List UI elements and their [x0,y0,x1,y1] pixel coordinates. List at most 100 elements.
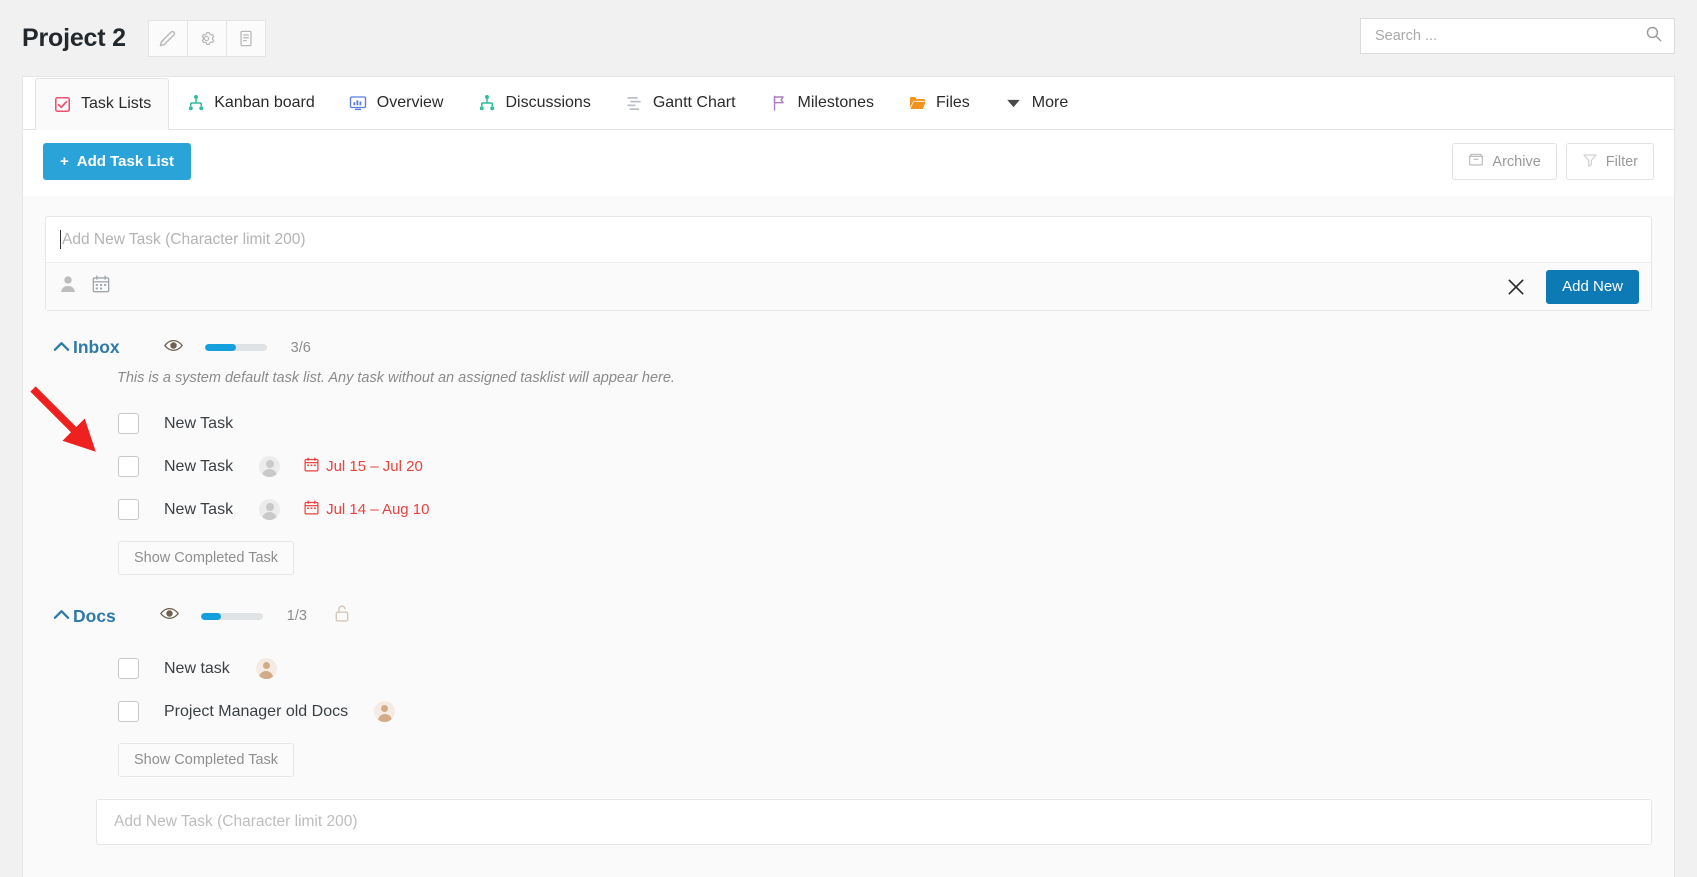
eye-icon[interactable] [163,339,183,357]
calendar-icon[interactable] [92,275,110,298]
tab-kanban-board[interactable]: Kanban board [169,77,332,129]
tab-label: Task Lists [81,95,152,112]
add-task-list-label: Add Task List [76,153,175,170]
tab-label: Gantt Chart [652,94,736,111]
task-list-description: This is a system default task list. Any … [117,370,675,386]
unlock-icon[interactable] [335,605,349,627]
folder-icon [908,94,927,113]
top-header-bar: Project 2 [0,0,1697,76]
filter-button[interactable]: Filter [1565,143,1654,180]
collapse-chevron-up-icon[interactable] [53,339,70,357]
bottom-new-task-input[interactable]: Add New Task (Character limit 200) [96,799,1652,845]
tab-label: Overview [376,94,444,111]
task-checkbox[interactable] [118,658,139,679]
main-panel: Task Lists Kanban board Overview Discuss… [22,76,1675,877]
project-action-buttons [147,19,266,57]
edit-project-button[interactable] [147,19,188,57]
gantt-icon [625,94,644,113]
tab-discussions[interactable]: Discussions [460,77,607,129]
eye-icon[interactable] [159,607,179,625]
tab-bar: Task Lists Kanban board Overview Discuss… [23,77,1674,130]
progress-count: 3/6 [290,339,311,356]
kanban-icon [186,94,205,113]
show-completed-task-button[interactable]: Show Completed Task [118,743,295,777]
task-row[interactable]: Project Manager old Docs [45,690,1652,733]
task-checkbox[interactable] [118,499,139,520]
archive-button[interactable]: Archive [1452,143,1557,180]
new-task-placeholder: Add New Task (Character limit 200) [62,230,306,248]
archive-label: Archive [1492,153,1541,170]
task-list-docs: Docs 1/3 New task Project Manager old Do… [45,605,1652,845]
filter-label: Filter [1605,153,1638,170]
tab-task-lists[interactable]: Task Lists [35,78,170,130]
show-completed-task-button[interactable]: Show Completed Task [118,541,295,575]
task-title: Project Manager old Docs [164,702,349,720]
close-icon[interactable] [1506,277,1526,297]
task-date-label: Jul 14 – Aug 10 [326,501,430,518]
chevron-down-icon [1004,94,1023,113]
task-title: New Task [164,457,234,475]
task-date-label: Jul 15 – Jul 20 [326,458,423,475]
task-due-date[interactable]: Jul 15 – Jul 20 [304,457,423,476]
progress-bar [200,612,263,620]
tab-label: Milestones [797,94,875,111]
task-row[interactable]: New Task [45,402,1652,445]
task-checkbox[interactable] [118,701,139,722]
task-list-title[interactable]: Inbox [73,337,120,358]
tab-label: Kanban board [214,94,315,111]
document-icon [238,30,254,47]
tab-gantt-chart[interactable]: Gantt Chart [608,77,753,129]
add-new-button[interactable]: Add New [1546,269,1639,304]
search-box[interactable] [1360,18,1675,54]
archive-icon [1468,152,1484,172]
task-title: New Task [164,500,234,518]
search-icon[interactable] [1645,25,1662,47]
task-row[interactable]: New Task Jul 15 – Jul 20 [45,445,1652,488]
avatar[interactable] [259,456,281,477]
progress-count: 1/3 [286,608,307,624]
task-list-header: Docs 1/3 [45,605,1652,627]
tab-milestones[interactable]: Milestones [753,77,891,129]
progress-fill [200,612,222,620]
task-list-area: Add New Task (Character limit 200) Add N… [23,196,1674,877]
plus-icon: + [60,153,69,170]
collapse-chevron-up-icon[interactable] [53,607,70,625]
search-input[interactable] [1373,27,1639,45]
task-list-title[interactable]: Docs [73,606,116,627]
task-checkbox[interactable] [118,456,139,477]
composer-actions: Add New [1506,263,1639,310]
progress-bar [204,344,267,351]
task-title: New Task [164,414,234,432]
task-checkbox[interactable] [118,413,139,434]
user-icon[interactable] [60,275,76,298]
tab-files[interactable]: Files [891,77,987,129]
flag-icon [770,94,789,113]
checklist-icon [53,95,72,114]
toolbar-right-actions: Archive Filter [1452,143,1654,180]
tab-more[interactable]: More [987,77,1085,129]
task-due-date[interactable]: Jul 14 – Aug 10 [304,500,429,519]
tab-label: Files [936,94,970,111]
page-title: Project 2 [22,23,126,52]
task-title: New task [164,659,230,677]
avatar[interactable] [374,701,396,722]
new-task-composer-footer: Add New [46,263,1651,310]
add-task-list-button[interactable]: + Add Task List [43,143,192,180]
new-task-input-row[interactable]: Add New Task (Character limit 200) [46,217,1651,263]
text-caret [60,230,61,249]
task-row[interactable]: New Task Jul 14 – Aug 10 [45,488,1652,531]
calendar-small-icon [304,457,319,476]
project-notes-button[interactable] [225,19,266,57]
tab-label: More [1031,94,1069,111]
tab-label: Discussions [505,94,591,111]
task-row[interactable]: New task [45,647,1652,690]
task-list-inbox: Inbox 3/6 This is a system default task … [45,337,1652,575]
calendar-small-icon [304,500,319,519]
avatar[interactable] [259,499,281,520]
overview-icon [349,94,368,113]
avatar[interactable] [255,658,277,679]
project-settings-button[interactable] [186,19,227,57]
tab-overview[interactable]: Overview [332,77,461,129]
new-task-composer: Add New Task (Character limit 200) Add N… [45,216,1652,311]
action-toolbar: + Add Task List Archive Filter [23,130,1674,196]
